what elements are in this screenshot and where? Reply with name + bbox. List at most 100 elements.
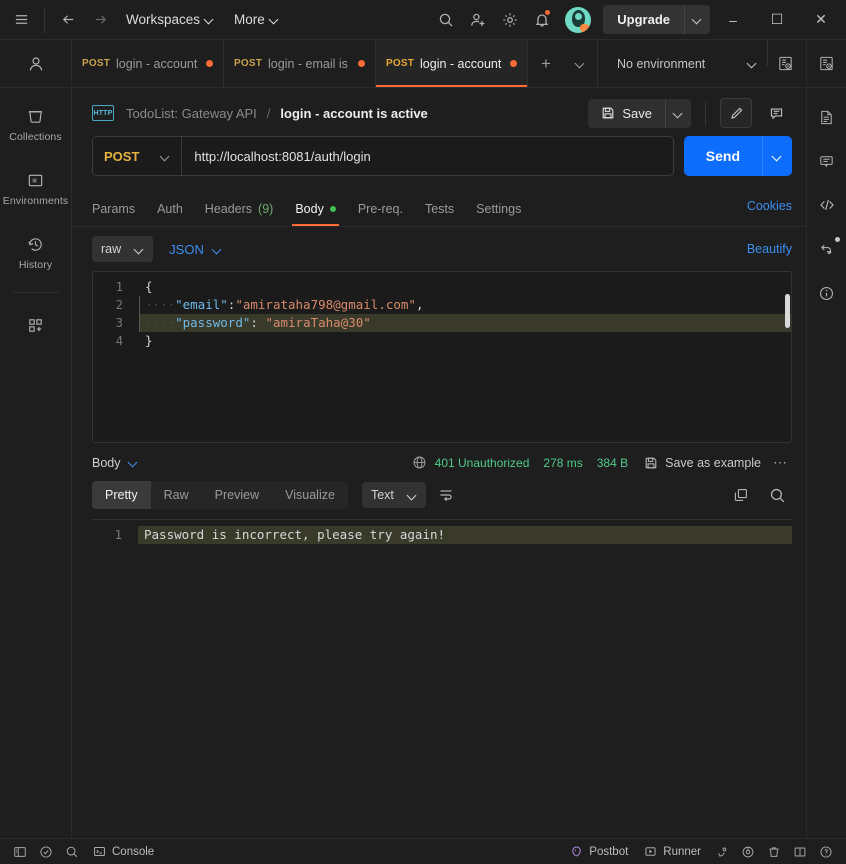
tab-tests[interactable]: Tests [414,196,465,226]
search-icon[interactable] [762,481,792,509]
save-button[interactable]: Save [588,98,665,128]
request-tab[interactable]: POST login - email is not 1 [224,40,376,87]
maximize-button[interactable]: ☐ [756,0,798,40]
response-more-button[interactable]: ⋯ [769,454,792,471]
save-as-example-button[interactable]: Save as example [644,456,761,470]
request-header: HTTP TodoList: Gateway API / login - acc… [72,88,806,136]
sidebar-item-environments[interactable]: Environments [3,160,68,216]
tab-headers[interactable]: Headers (9) [194,196,285,226]
new-tab-button[interactable]: + [528,40,564,87]
tab-label: Pre-req. [357,202,403,216]
save-dropdown-button[interactable] [665,98,691,128]
environment-quick-look-icon[interactable] [770,40,800,87]
editor-code[interactable]: { ····"email":"amirataha798@gmail.com", ··… [131,272,791,442]
environment-quick-look-icon[interactable] [812,49,842,79]
code-token: { [145,279,153,294]
code-line[interactable]: ····"password": "amiraTaha@30" [139,314,791,332]
response-body-selector[interactable]: Body [92,456,138,470]
tab-pre-request[interactable]: Pre-req. [347,196,414,226]
toggle-sidebar-icon[interactable] [8,842,32,862]
comments-icon[interactable] [812,146,842,176]
tab-method: POST [82,58,111,69]
response-tab-pretty[interactable]: Pretty [92,481,151,509]
info-icon[interactable] [812,278,842,308]
chevron-down-icon [674,109,683,118]
documentation-icon[interactable] [812,102,842,132]
avatar[interactable] [565,6,592,33]
copy-icon[interactable] [726,481,756,509]
close-button[interactable]: ✕ [800,0,842,40]
person-icon[interactable] [21,49,51,79]
tab-list-dropdown-button[interactable] [564,40,598,87]
breadcrumb-collection[interactable]: TodoList: Gateway API [126,106,257,121]
runner-button[interactable]: Runner [637,843,708,860]
history-icon [26,235,45,254]
request-tab[interactable]: POST login - account is in [72,40,224,87]
postbot-button[interactable]: Postbot [563,843,635,860]
bell-icon[interactable] [527,5,557,35]
method-selector[interactable]: POST [93,137,183,175]
sidebar-item-collections[interactable]: Collections [5,96,67,152]
beautify-button[interactable]: Beautify [747,242,792,256]
cookies-link[interactable]: Cookies [747,199,792,223]
sync-badge [834,237,840,242]
help-icon[interactable] [814,842,838,862]
url-input[interactable] [182,137,673,175]
word-wrap-icon[interactable] [432,482,460,508]
body-mode-selector[interactable]: raw [92,236,154,262]
comment-icon[interactable] [760,98,792,128]
editor-scrollbar[interactable] [785,294,790,328]
capture-requests-icon[interactable] [710,842,734,862]
response-tab-preview[interactable]: Preview [202,481,272,509]
pencil-icon[interactable] [720,98,752,128]
search-icon[interactable] [60,842,84,862]
code-token: "email" [175,297,228,312]
search-icon[interactable] [431,5,461,35]
console-button[interactable]: Console [86,843,161,860]
tab-name: login - account is ac [420,56,504,71]
upgrade-button[interactable]: Upgrade [603,5,684,34]
vault-icon[interactable] [736,842,760,862]
chevron-down-icon [135,245,144,254]
invite-user-icon[interactable] [463,5,493,35]
code-line[interactable]: ····"email":"amirataha798@gmail.com", [139,296,791,314]
code-line[interactable]: { [139,278,791,296]
check-circle-icon[interactable] [34,842,58,862]
arrow-left-icon[interactable] [53,5,83,35]
workspaces-menu[interactable]: Workspaces [117,7,223,32]
response-line-numbers: 1 [92,520,130,838]
request-tab-active[interactable]: POST login - account is ac [376,40,528,87]
upgrade-dropdown-button[interactable] [684,5,710,34]
response-tabs: Pretty Raw Preview Visualize Text [72,481,806,509]
send-dropdown-button[interactable] [762,136,792,176]
response-format-selector[interactable]: Text [361,482,426,508]
arrow-right-icon[interactable] [85,5,115,35]
add-apps-icon[interactable] [5,305,67,344]
trash-icon[interactable] [762,842,786,862]
request-body-editor-wrap: 1234 {····"email":"amirataha798@gmail.co… [72,271,806,443]
sync-changes-icon[interactable] [812,234,842,264]
more-menu[interactable]: More [225,7,288,32]
response-tab-visualize[interactable]: Visualize [272,481,348,509]
request-body-editor[interactable]: 1234 {····"email":"amirataha798@gmail.co… [92,271,792,443]
gear-icon[interactable] [495,5,525,35]
send-button[interactable]: Send [683,136,762,176]
response-tab-raw[interactable]: Raw [151,481,202,509]
tab-settings[interactable]: Settings [465,196,532,226]
environment-selector[interactable]: No environment [607,48,767,79]
tab-body[interactable]: Body [284,196,347,226]
globe-icon [412,455,427,470]
body-format-selector[interactable]: JSON [167,238,224,261]
code-line[interactable]: } [139,332,791,350]
title-bar-left: Workspaces More [0,5,288,35]
tab-auth[interactable]: Auth [146,196,194,226]
code-snippet-icon[interactable] [812,190,842,220]
sidebar-item-history[interactable]: History [5,224,67,280]
workspaces-label: Workspaces [126,12,201,27]
hamburger-icon[interactable] [6,5,36,35]
minimize-button[interactable]: – [712,0,754,40]
response-body-viewer[interactable]: 1 Password is incorrect, please try agai… [92,519,792,838]
tab-params[interactable]: Params [92,196,146,226]
main-area: Collections Environments History POST lo… [0,40,846,838]
two-pane-layout-icon[interactable] [788,842,812,862]
